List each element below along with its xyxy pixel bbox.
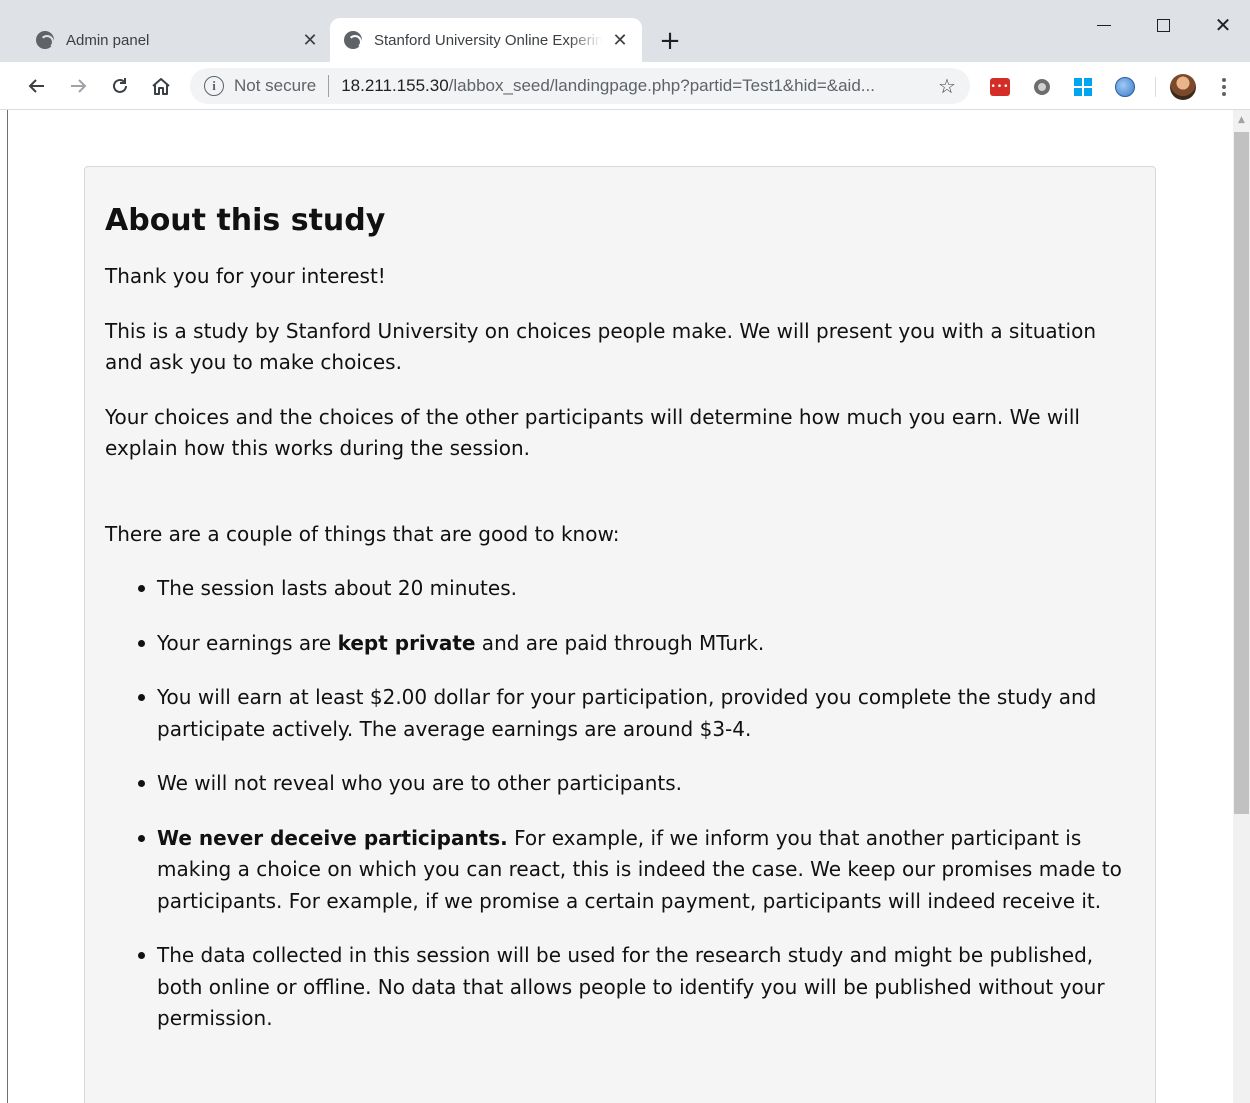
windows-extension-icon[interactable] — [1072, 76, 1094, 98]
arrow-left-icon — [28, 79, 44, 93]
url-path: /labbox_seed/landingpage.php?partid=Test… — [448, 76, 875, 95]
list-item-emphasis: kept private — [337, 630, 476, 655]
study-description: This is a study by Stanford University o… — [105, 318, 1096, 375]
minimize-button[interactable] — [1084, 10, 1124, 40]
divider — [328, 75, 330, 97]
tab-title: Admin panel — [66, 31, 150, 49]
new-tab-button[interactable]: + — [656, 27, 684, 55]
close-window-button[interactable]: ✕ — [1203, 10, 1243, 40]
close-icon[interactable]: ✕ — [610, 30, 630, 50]
study-info-card: About this study Thank you for your inte… — [84, 166, 1156, 1103]
scrollbar-thumb[interactable] — [1234, 132, 1249, 814]
globe-icon — [36, 31, 54, 49]
list-item-text: Your earnings are — [157, 630, 338, 655]
kebab-menu-icon[interactable] — [1214, 74, 1234, 100]
forward-button[interactable] — [63, 71, 93, 101]
browser-toolbar: i Not secure 18.211.155.30/labbox_seed/l… — [0, 62, 1250, 110]
maximize-button[interactable] — [1143, 10, 1183, 40]
globe-icon — [344, 31, 362, 49]
tab-strip: Admin panel ✕ Stanford University Online… — [0, 0, 1250, 62]
home-icon — [152, 78, 170, 95]
list-item: The data collected in this session will … — [136, 940, 1135, 1035]
minimize-icon — [1097, 24, 1111, 26]
list-item: The session lasts about 20 minutes. — [136, 573, 1135, 605]
url-host: 18.211.155.30 — [341, 76, 449, 95]
vertical-scrollbar[interactable]: ▲ — [1233, 110, 1250, 1103]
reload-button[interactable] — [105, 71, 135, 101]
good-to-know-heading: There are a couple of things that are go… — [105, 521, 620, 546]
arrow-right-icon — [71, 79, 87, 93]
divider — [1155, 77, 1156, 97]
maximize-icon — [1156, 18, 1170, 32]
page-viewport: About this study Thank you for your inte… — [0, 110, 1250, 1103]
viewport-border — [7, 110, 8, 1103]
security-label: Not secure — [234, 76, 317, 95]
star-icon[interactable]: ☆ — [934, 74, 960, 99]
info-list: The session lasts about 20 minutes. Your… — [136, 573, 1135, 1035]
info-icon[interactable]: i — [204, 76, 224, 96]
back-button[interactable] — [22, 71, 52, 101]
intro-text: Thank you for your interest! — [105, 264, 386, 288]
close-icon[interactable]: ✕ — [300, 30, 320, 50]
list-item: You will earn at least $2.00 dollar for … — [136, 682, 1135, 745]
list-item: We will not reveal who you are to other … — [136, 768, 1135, 800]
tab-title: Stanford University Online Experiments — [374, 31, 602, 49]
circle-extension-icon[interactable] — [1031, 76, 1053, 98]
list-item-text: and are paid through MTurk. — [475, 630, 765, 655]
address-bar[interactable]: i Not secure 18.211.155.30/labbox_seed/l… — [190, 68, 970, 104]
reload-icon — [113, 78, 127, 93]
tab-admin-panel[interactable]: Admin panel ✕ — [22, 18, 332, 62]
tab-stanford-experiments[interactable]: Stanford University Online Experiments ✕ — [330, 18, 642, 62]
home-button[interactable] — [146, 71, 176, 101]
profile-avatar[interactable] — [1170, 74, 1196, 100]
globe-extension-icon[interactable] — [1114, 76, 1136, 98]
list-item: We never deceive participants. For examp… — [136, 823, 1135, 918]
earnings-description: Your choices and the choices of the othe… — [105, 404, 1080, 461]
scroll-up-icon[interactable]: ▲ — [1233, 114, 1250, 126]
list-item: Your earnings are kept private and are p… — [136, 628, 1135, 660]
lastpass-extension-icon[interactable]: ••• — [989, 76, 1011, 98]
list-item-emphasis: We never deceive participants. — [157, 825, 508, 850]
url-text[interactable]: 18.211.155.30/labbox_seed/landingpage.ph… — [341, 76, 934, 96]
page-title: About this study — [105, 203, 386, 238]
